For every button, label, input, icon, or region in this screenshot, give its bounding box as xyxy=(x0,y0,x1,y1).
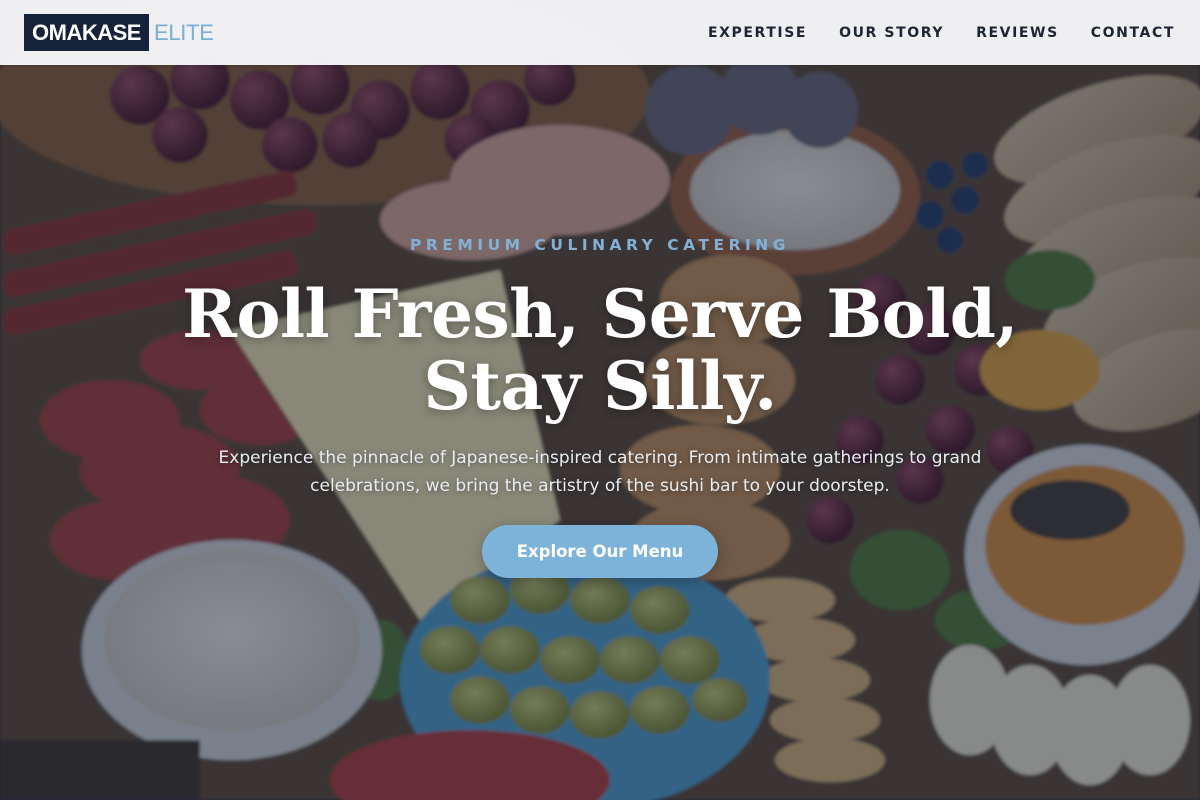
hero-subtext: Experience the pinnacle of Japanese-insp… xyxy=(170,444,1030,500)
nav-item-contact: CONTACT xyxy=(1091,24,1175,42)
explore-menu-button[interactable]: Explore Our Menu xyxy=(482,525,718,578)
nav-link-our-story[interactable]: OUR STORY xyxy=(839,25,944,41)
hero-subtext-line-1: Experience the pinnacle of Japanese-insp… xyxy=(218,448,982,468)
hero-headline: Roll Fresh, Serve Bold, Stay Silly. xyxy=(0,278,1200,422)
nav-link-contact[interactable]: CONTACT xyxy=(1091,25,1175,41)
hero-headline-line-1: Roll Fresh, Serve Bold, xyxy=(182,275,1018,353)
nav-item-our-story: OUR STORY xyxy=(839,24,944,42)
nav-link-reviews[interactable]: REVIEWS xyxy=(976,25,1059,41)
nav-links: EXPERTISE OUR STORY REVIEWS CONTACT xyxy=(708,24,1175,42)
nav-link-expertise[interactable]: EXPERTISE xyxy=(708,25,807,41)
site-navbar: OMAKASE ELITE EXPERTISE OUR STORY REVIEW… xyxy=(0,0,1200,65)
logo-accent-text: ELITE xyxy=(153,19,214,45)
hero-section: PREMIUM CULINARY CATERING Roll Fresh, Se… xyxy=(0,0,1200,800)
nav-item-reviews: REVIEWS xyxy=(976,24,1059,42)
hero-headline-line-2: Stay Silly. xyxy=(423,347,777,425)
hero-subtext-line-2: celebrations, we bring the artistry of t… xyxy=(310,476,890,496)
nav-item-expertise: EXPERTISE xyxy=(708,24,807,42)
hero-eyebrow: PREMIUM CULINARY CATERING xyxy=(410,236,790,254)
logo-primary-text: OMAKASE xyxy=(24,14,149,51)
site-logo[interactable]: OMAKASE ELITE xyxy=(24,14,214,51)
